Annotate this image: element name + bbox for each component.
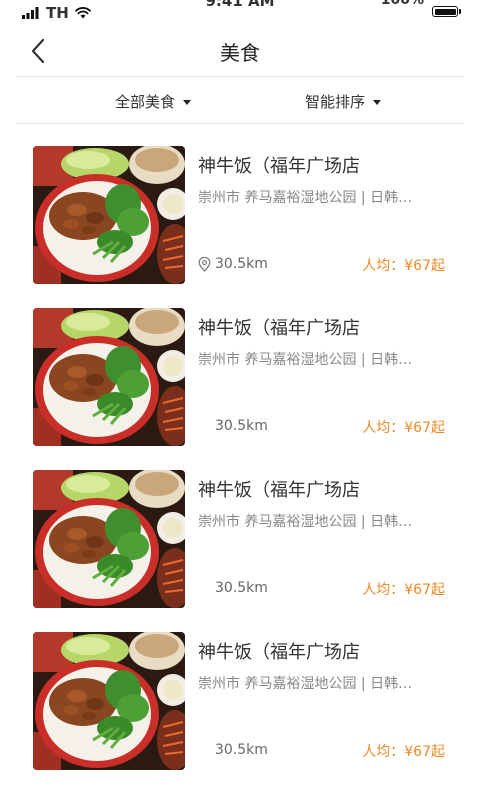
pin-spacer (198, 581, 211, 596)
distance-text: 30.5km (215, 256, 268, 272)
category-filter-label: 全部美食 (115, 93, 176, 111)
restaurant-card[interactable]: 神牛饭（福年广场店 崇州市 养马嘉裕湿地公园 | 日韩… 30.5km 人均：¥… (33, 470, 448, 610)
restaurant-card[interactable]: 神牛饭（福年广场店 崇州市 养马嘉裕湿地公园 | 日韩… 30.5km 人均：¥… (33, 146, 448, 286)
battery-percent: 100% (380, 0, 424, 8)
restaurant-address: 崇州市 养马嘉裕湿地公园 | 日韩… (198, 352, 413, 368)
category-filter[interactable]: 全部美食 (115, 91, 192, 112)
caret-down-icon (373, 100, 382, 105)
restaurant-distance: 30.5km (198, 742, 268, 758)
pin-spacer (198, 419, 211, 434)
location-pin-icon (198, 256, 211, 272)
restaurant-price: 人均：¥67起 (362, 582, 445, 598)
sort-filter-label: 智能排序 (305, 93, 366, 111)
battery-icon (432, 6, 458, 17)
restaurant-price: 人均：¥67起 (362, 258, 445, 274)
restaurant-address: 崇州市 养马嘉裕湿地公园 | 日韩… (198, 514, 413, 530)
restaurant-distance: 30.5km (198, 580, 268, 596)
restaurant-card[interactable]: 神牛饭（福年广场店 崇州市 养马嘉裕湿地公园 | 日韩… 30.5km 人均：¥… (33, 308, 448, 448)
restaurant-name: 神牛饭（福年广场店 (198, 318, 360, 339)
restaurant-price: 人均：¥67起 (362, 744, 445, 760)
restaurant-thumbnail (33, 632, 185, 770)
restaurant-name: 神牛饭（福年广场店 (198, 156, 360, 177)
distance-text: 30.5km (215, 418, 268, 434)
restaurant-distance: 30.5km (198, 418, 268, 434)
status-bar: TH 9:41 AM 100% (0, 0, 480, 26)
nav-bar: 美食 (0, 26, 480, 76)
restaurant-name: 神牛饭（福年广场店 (198, 642, 360, 663)
food-photo (33, 470, 185, 608)
filter-bar: 全部美食 智能排序 (0, 77, 480, 123)
restaurant-thumbnail (33, 146, 185, 284)
battery-tip (459, 9, 461, 14)
distance-text: 30.5km (215, 580, 268, 596)
restaurant-price: 人均：¥67起 (362, 420, 445, 436)
restaurant-thumbnail (33, 308, 185, 446)
restaurant-card[interactable]: 神牛饭（福年广场店 崇州市 养马嘉裕湿地公园 | 日韩… 30.5km 人均：¥… (33, 632, 448, 772)
restaurant-address: 崇州市 养马嘉裕湿地公园 | 日韩… (198, 190, 413, 206)
restaurant-name: 神牛饭（福年广场店 (198, 480, 360, 501)
restaurant-address: 崇州市 养马嘉裕湿地公园 | 日韩… (198, 676, 413, 692)
restaurant-thumbnail (33, 470, 185, 608)
distance-text: 30.5km (215, 742, 268, 758)
pin-spacer (198, 743, 211, 758)
food-photo (33, 308, 185, 446)
divider (16, 123, 464, 124)
food-photo (33, 146, 185, 284)
sort-filter[interactable]: 智能排序 (305, 91, 382, 112)
caret-down-icon (183, 100, 192, 105)
page-title: 美食 (220, 41, 260, 65)
food-photo (33, 632, 185, 770)
restaurant-distance: 30.5km (198, 256, 268, 272)
